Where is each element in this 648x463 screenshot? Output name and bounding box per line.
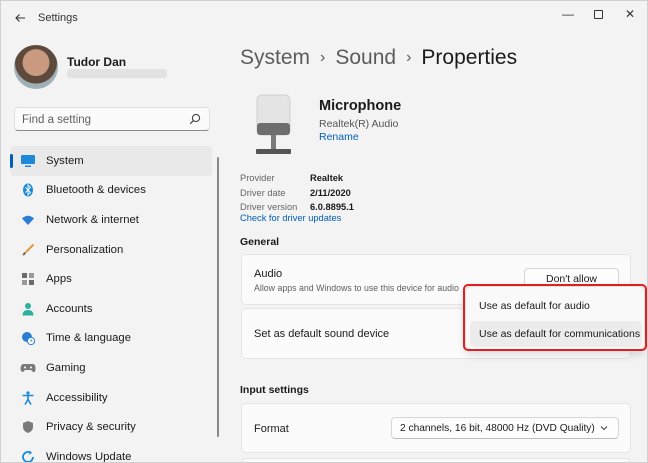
sidebar-item-label: Accounts [46, 302, 93, 315]
breadcrumb: System › Sound › Properties [240, 43, 517, 73]
sidebar-item-label: Privacy & security [46, 421, 136, 434]
sidebar-item-network[interactable]: Network & internet [10, 205, 212, 235]
driver-date-value: 2/11/2020 [310, 187, 351, 198]
audio-title: Audio [254, 268, 283, 280]
driver-version-value: 6.0.8895.1 [310, 202, 354, 213]
sidebar-item-accessibility[interactable]: Accessibility [10, 383, 212, 413]
sidebar-item-label: Gaming [46, 361, 86, 374]
apps-icon [20, 271, 36, 287]
sidebar-item-apps[interactable]: Apps [10, 264, 212, 294]
sidebar-item-bluetooth[interactable]: Bluetooth & devices [10, 176, 212, 206]
driver-date-label: Driver date [240, 187, 286, 198]
title-bar: Settings — ✕ [1, 1, 647, 35]
format-select[interactable]: 2 channels, 16 bit, 48000 Hz (DVD Qualit… [391, 417, 619, 439]
device-name: Microphone [319, 98, 402, 114]
chevron-down-icon [600, 426, 608, 431]
accessibility-icon [20, 390, 36, 406]
sidebar-item-gaming[interactable]: Gaming [10, 353, 212, 383]
sidebar-item-accounts[interactable]: Accounts [10, 294, 212, 324]
bluetooth-icon [20, 182, 36, 198]
sidebar-item-label: Network & internet [46, 213, 139, 226]
sidebar-item-time-language[interactable]: Time & language [10, 324, 212, 354]
sidebar-item-windows-update[interactable]: Windows Update [10, 442, 212, 463]
gamepad-icon [20, 360, 36, 376]
user-email-redacted [67, 69, 167, 78]
close-button[interactable]: ✕ [615, 5, 645, 23]
sidebar-scrollbar[interactable] [217, 157, 219, 437]
format-value: 2 channels, 16 bit, 48000 Hz (DVD Qualit… [400, 422, 595, 434]
update-icon [20, 449, 36, 462]
input-settings-title: Input settings [240, 384, 309, 396]
breadcrumb-sound[interactable]: Sound [335, 46, 396, 70]
arrow-left-icon [15, 14, 25, 22]
page-title: Properties [421, 46, 518, 69]
menu-item-default-communications[interactable]: Use as default for communications [470, 321, 642, 347]
menu-item-default-audio[interactable]: Use as default for audio [470, 293, 642, 319]
sidebar-item-label: Accessibility [46, 391, 108, 404]
sidebar-item-personalization[interactable]: Personalization [10, 235, 212, 265]
settings-window: Settings — ✕ Tudor Dan System Bluetooth … [0, 0, 648, 463]
app-title: Settings [38, 12, 78, 24]
sidebar-item-privacy[interactable]: Privacy & security [10, 412, 212, 442]
clock-globe-icon [20, 330, 36, 346]
person-icon [20, 301, 36, 317]
maximize-button[interactable] [583, 5, 613, 23]
default-device-label: Set as default sound device [254, 328, 390, 340]
shield-icon [20, 419, 36, 435]
search-icon[interactable] [189, 113, 201, 125]
sidebar-item-label: Apps [46, 273, 72, 286]
monitor-icon [20, 153, 36, 169]
provider-value: Realtek [310, 173, 344, 184]
breadcrumb-separator: › [406, 49, 412, 66]
rename-link[interactable]: Rename [319, 131, 359, 143]
format-card: Format 2 channels, 16 bit, 48000 Hz (DVD… [241, 403, 631, 453]
brush-icon [20, 242, 36, 258]
sidebar-item-label: Personalization [46, 243, 124, 256]
sidebar-nav: System Bluetooth & devices Network & int… [10, 146, 212, 463]
default-device-dropdown-menu: Use as default for audio Use as default … [465, 286, 645, 350]
driver-date-row: Driver date 2/11/2020 [240, 186, 354, 201]
wifi-icon [20, 212, 36, 228]
check-driver-updates-link[interactable]: Check for driver updates [240, 213, 341, 223]
format-label: Format [254, 423, 289, 435]
back-button[interactable] [9, 7, 31, 29]
breadcrumb-system[interactable]: System [240, 46, 310, 70]
sidebar-item-label: Time & language [46, 332, 131, 345]
next-card-partial [241, 458, 631, 462]
provider-label: Provider [240, 173, 275, 184]
provider-row: Provider Realtek [240, 171, 354, 186]
breadcrumb-separator: › [320, 49, 326, 66]
user-name: Tudor Dan [67, 55, 127, 69]
sidebar-item-system[interactable]: System [10, 146, 212, 176]
microphone-icon [256, 94, 291, 154]
device-driver-name: Realtek(R) Audio [319, 118, 399, 130]
driver-properties: Provider Realtek Driver date 2/11/2020 D… [240, 171, 354, 215]
driver-version-label: Driver version [240, 202, 298, 213]
general-section-title: General [240, 236, 280, 248]
avatar[interactable] [14, 45, 58, 89]
audio-description: Allow apps and Windows to use this devic… [254, 283, 459, 293]
minimize-button[interactable]: — [553, 5, 583, 23]
sidebar-item-label: System [46, 154, 84, 167]
search-input[interactable] [22, 112, 182, 127]
sidebar-item-label: Windows Update [46, 450, 132, 463]
maximize-icon [593, 9, 603, 19]
sidebar-item-label: Bluetooth & devices [46, 184, 146, 197]
search-box[interactable] [14, 107, 210, 131]
